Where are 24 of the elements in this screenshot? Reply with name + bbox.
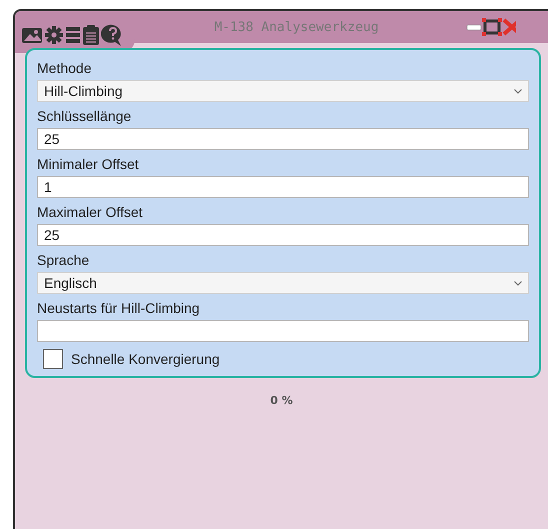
field-label: Minimaler Offset (37, 155, 140, 174)
maximize-icon[interactable] (482, 18, 502, 36)
checkbox[interactable] (43, 349, 63, 369)
minimize-icon[interactable] (466, 23, 482, 31)
input-field[interactable]: 25 (37, 224, 529, 246)
dropdown[interactable]: Hill-Climbing (37, 80, 529, 102)
clipboard-icon[interactable] (82, 24, 100, 46)
input-field[interactable] (37, 320, 529, 342)
field-label: Neustarts für Hill-Climbing (37, 299, 201, 318)
chevron-down-icon (514, 280, 522, 286)
checkbox-label: Schnelle Konvergierung (71, 351, 220, 367)
gear-icon[interactable] (44, 25, 64, 45)
menu-icon[interactable] (65, 26, 81, 44)
chevron-down-icon (514, 88, 522, 94)
input-field[interactable]: 1 (37, 176, 529, 198)
image-icon[interactable] (21, 26, 43, 44)
input-field[interactable]: 25 (37, 128, 529, 150)
progress-text: 0 % (270, 394, 293, 407)
window-title: M-138 Analysewerkzeug (213, 20, 380, 34)
field-label: Schlüssellänge (37, 107, 132, 126)
field-label: Maximaler Offset (37, 203, 144, 222)
dropdown[interactable]: Englisch (37, 272, 529, 294)
field-label: Methode (37, 59, 92, 78)
field-label: Sprache (37, 251, 90, 270)
